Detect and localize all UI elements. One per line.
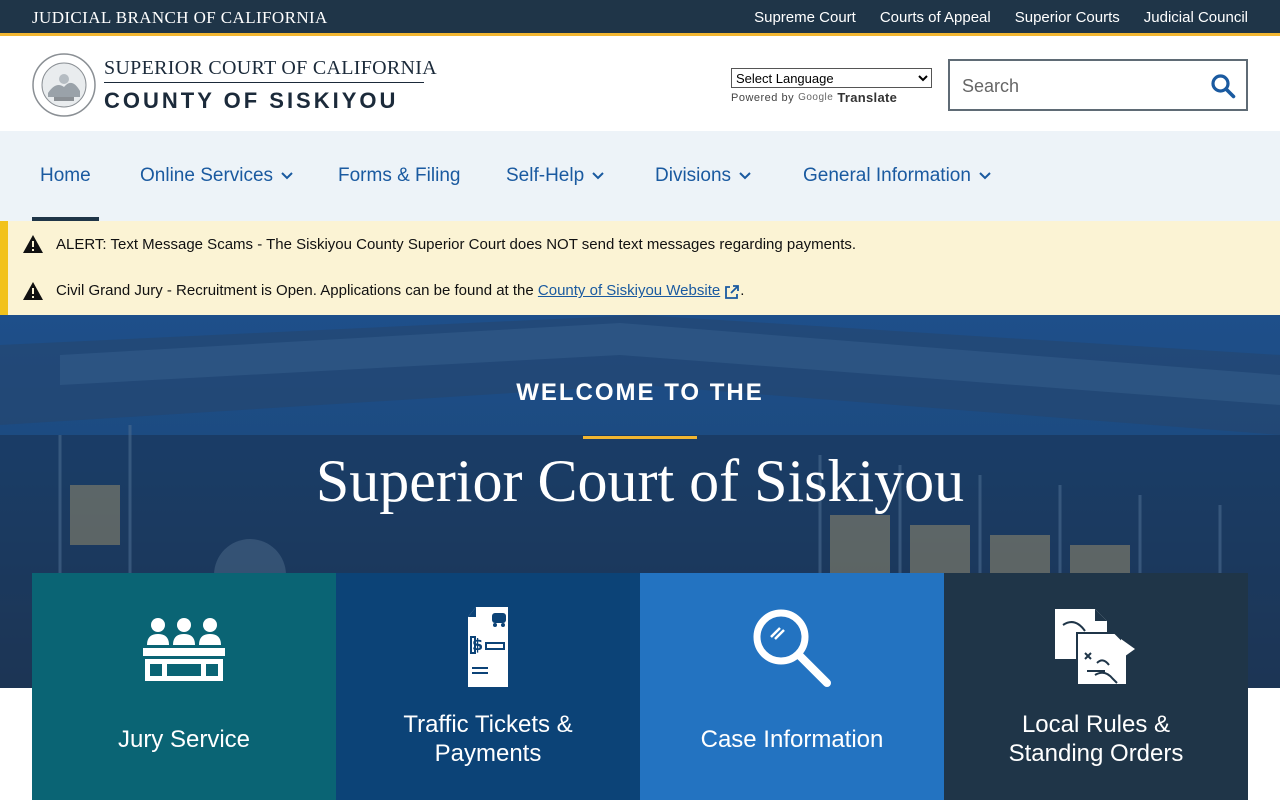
nav-general-information[interactable]: General Information [803,131,991,221]
nav-home-label: Home [40,165,91,186]
card-local-rules-line1: Local Rules & [1021,711,1171,738]
card-jury-service[interactable]: Jury Service [32,573,336,800]
card-icon-wrap [640,605,944,691]
magnifier-icon [753,609,831,687]
google-translate-credit: Powered by Google Translate [731,90,897,105]
hero-gold-divider [583,436,697,439]
card-traffic-tickets-line1: Traffic Tickets & [403,711,573,738]
alert-text-scam: ALERT: Text Message Scams - The Siskiyou… [22,234,856,254]
search-box [948,59,1248,111]
nav-divisions-label: Divisions [655,165,732,186]
warning-icon [23,282,43,300]
alert-grand-jury: Civil Grand Jury - Recruitment is Open. … [22,281,744,301]
alert-grand-jury-message: Civil Grand Jury - Recruitment is Open. … [56,282,744,299]
card-local-rules[interactable]: Local Rules & Standing Orders [944,573,1248,800]
chevron-down-icon [739,172,751,180]
external-link-icon[interactable] [724,284,740,300]
link-courts-of-appeal[interactable]: Courts of Appeal [880,9,991,26]
ticket-icon: $ [468,607,508,687]
site-header: SUPERIOR COURT OF CALIFORNIA COUNTY OF S… [0,39,1280,131]
link-judicial-council[interactable]: Judicial Council [1144,9,1248,26]
card-traffic-tickets-line2: Payments [434,740,542,767]
alert-banner: ALERT: Text Message Scams - The Siskiyou… [0,221,1280,315]
county-website-link[interactable]: County of Siskiyou Website [538,282,720,299]
nav-self-help[interactable]: Self-Help [506,131,604,221]
alert-text-scam-message: ALERT: Text Message Scams - The Siskiyou… [56,235,857,253]
hero-welcome-text: WELCOME TO THE [516,379,764,406]
search-icon[interactable] [1210,73,1236,99]
card-icon-wrap [32,605,336,691]
card-jury-service-label: Jury Service [117,726,251,753]
court-seal-icon[interactable] [32,53,96,117]
card-case-information[interactable]: Case Information [640,573,944,800]
chevron-down-icon [592,172,604,180]
court-name-line2[interactable]: COUNTY OF SISKIYOU [104,88,398,114]
language-select[interactable]: Select Language [731,68,932,88]
nav-forms-filing-label: Forms & Filing [338,165,461,186]
nav-self-help-label: Self-Help [506,165,585,186]
powered-by-text: Powered by [731,91,795,104]
link-superior-courts[interactable]: Superior Courts [1015,9,1120,26]
court-name-line1[interactable]: SUPERIOR COURT OF CALIFORNIA [104,57,437,80]
card-icon-wrap: $ [336,605,640,691]
alert-grand-jury-text: Civil Grand Jury - Recruitment is Open. … [56,282,538,300]
hero-title: Superior Court of Siskiyou [315,448,965,514]
court-name-divider [104,82,424,83]
link-supreme-court[interactable]: Supreme Court [754,9,856,26]
topbar-links: Supreme Court Courts of Appeal Superior … [754,9,1248,26]
jury-icon [143,618,225,681]
judicial-branch-bar: JUDICIAL BRANCH OF CALIFORNIA Supreme Co… [0,0,1280,36]
main-navigation: Home Online Services Forms & Filing Self… [0,131,1280,221]
card-local-rules-label: Local Rules & Standing Orders [944,710,1248,768]
card-traffic-tickets[interactable]: $ Traffic Tickets & Payments [336,573,640,800]
quick-links: Jury Service $ Traffic Tickets & Payment… [32,573,1248,800]
card-icon-wrap [944,605,1248,691]
chevron-down-icon [979,172,991,180]
nav-online-services-label: Online Services [140,165,274,186]
nav-general-information-label: General Information [803,165,971,186]
judicial-branch-title: JUDICIAL BRANCH OF CALIFORNIA [32,8,328,27]
translate-link[interactable]: Translate [837,90,897,105]
chevron-down-icon [281,172,293,180]
nav-forms-filing[interactable]: Forms & Filing [338,131,460,221]
card-traffic-tickets-label: Traffic Tickets & Payments [336,710,640,768]
card-local-rules-line2: Standing Orders [1008,740,1184,767]
nav-divisions[interactable]: Divisions [655,131,751,221]
search-input[interactable] [962,73,1202,99]
nav-online-services[interactable]: Online Services [140,131,293,221]
google-logo: Google [798,92,834,103]
card-case-information-label: Case Information [700,726,884,753]
warning-icon [23,235,43,253]
documents-icon [1055,609,1135,686]
alert-grand-jury-suffix: . [740,282,745,300]
nav-home[interactable]: Home [32,131,99,221]
